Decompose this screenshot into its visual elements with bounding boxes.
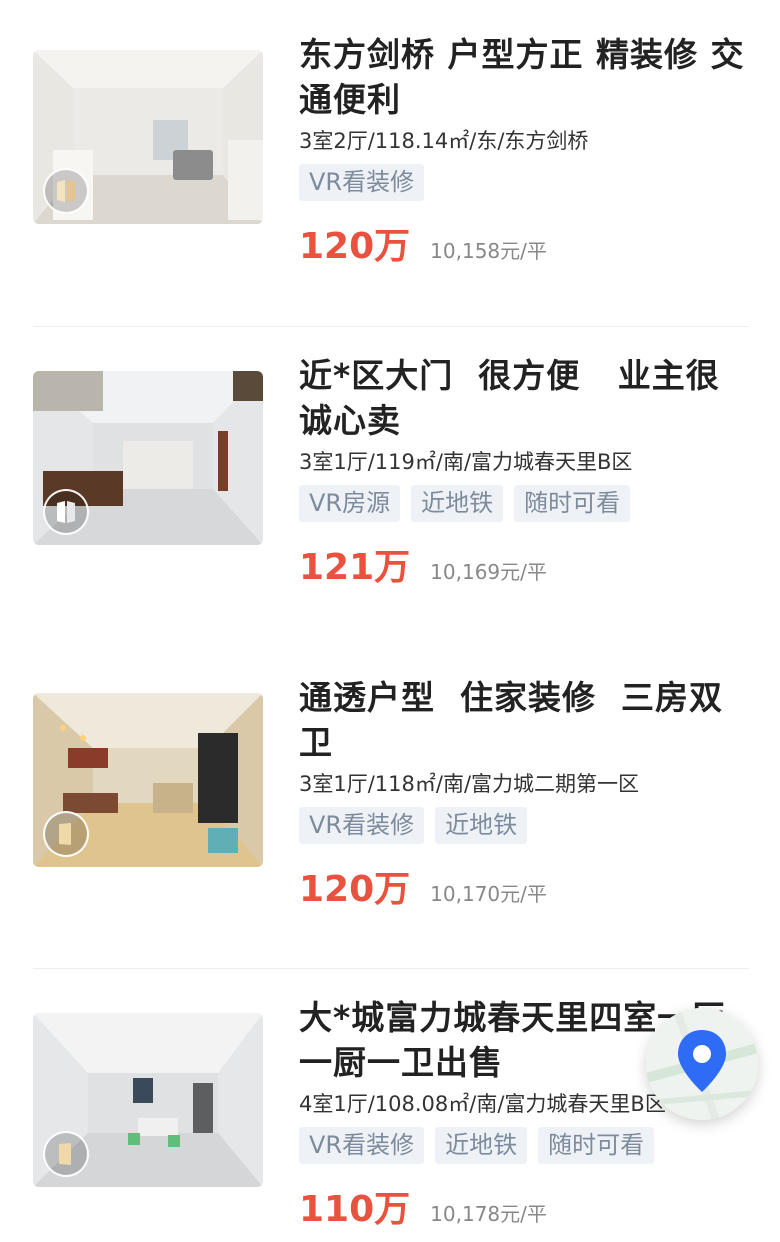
listing-title[interactable]: 通透户型 住家装修 三房双卫 [299,675,749,765]
tag: 近地铁 [435,807,528,844]
total-price: 120万 [299,869,411,910]
tag: 随时可看 [538,1127,655,1164]
listing-card[interactable]: 大*城富力城春天里四室一厅一厨一卫出售 4室1厅/108.08㎡/南/富力城春天… [33,995,749,1242]
listing-meta: 3室2厅/118.14㎡/东/东方剑桥 [299,129,589,153]
tag: 近地铁 [435,1127,528,1164]
price-row: 110万 10,178元/平 [299,1180,749,1232]
vr-icon [43,489,89,535]
unit-price: 10,178元/平 [430,1202,547,1226]
listing-tags: VR看装修 [299,164,749,201]
listing-card[interactable]: 东方剑桥 户型方正 精装修 交通便利 3室2厅/118.14㎡/东/东方剑桥 V… [33,32,749,292]
listing-meta: 3室1厅/118㎡/南/富力城二期第一区 [299,772,640,796]
price-row: 121万 10,169元/平 [299,538,749,590]
divider [33,968,749,969]
map-button[interactable] [646,1008,758,1120]
unit-price: 10,169元/平 [430,560,547,584]
listing-info: 东方剑桥 户型方正 精装修 交通便利 3室2厅/118.14㎡/东/东方剑桥 V… [299,32,749,269]
listing-tags: VR房源 近地铁 随时可看 [299,485,749,522]
listing-meta: 3室1厅/119㎡/南/富力城春天里B区 [299,450,633,474]
listing-tags: VR看装修 近地铁 随时可看 [299,1127,749,1164]
listing-info: 近*区大门 很方便 业主很诚心卖 3室1厅/119㎡/南/富力城春天里B区 VR… [299,353,749,590]
listing-list: 东方剑桥 户型方正 精装修 交通便利 3室2厅/118.14㎡/东/东方剑桥 V… [0,0,780,1242]
listing-info: 通透户型 住家装修 三房双卫 3室1厅/118㎡/南/富力城二期第一区 VR看装… [299,675,749,912]
divider [33,326,749,327]
unit-price: 10,158元/平 [430,239,547,263]
tag: VR看装修 [299,807,425,844]
total-price: 110万 [299,1189,411,1230]
tag: VR看装修 [299,164,425,201]
listing-tags: VR看装修 近地铁 [299,807,749,844]
price-row: 120万 10,170元/平 [299,860,749,912]
tag: 近地铁 [411,485,504,522]
listing-thumbnail[interactable] [33,693,263,867]
unit-price: 10,170元/平 [430,882,547,906]
total-price: 121万 [299,547,411,588]
listing-card[interactable]: 通透户型 住家装修 三房双卫 3室1厅/118㎡/南/富力城二期第一区 VR看装… [33,675,749,935]
tag: 随时可看 [514,485,631,522]
listing-thumbnail[interactable] [33,371,263,545]
price-row: 120万 10,158元/平 [299,217,749,269]
vr-icon [43,1131,89,1177]
vr-icon [43,168,89,214]
listing-title[interactable]: 东方剑桥 户型方正 精装修 交通便利 [299,32,749,122]
listing-card[interactable]: 近*区大门 很方便 业主很诚心卖 3室1厅/119㎡/南/富力城春天里B区 VR… [33,353,749,613]
listing-thumbnail[interactable] [33,1013,263,1187]
listing-thumbnail[interactable] [33,50,263,224]
tag: VR房源 [299,485,401,522]
total-price: 120万 [299,226,411,267]
listing-title[interactable]: 近*区大门 很方便 业主很诚心卖 [299,353,749,443]
vr-icon [43,811,89,857]
tag: VR看装修 [299,1127,425,1164]
map-location-icon [646,1008,758,1120]
